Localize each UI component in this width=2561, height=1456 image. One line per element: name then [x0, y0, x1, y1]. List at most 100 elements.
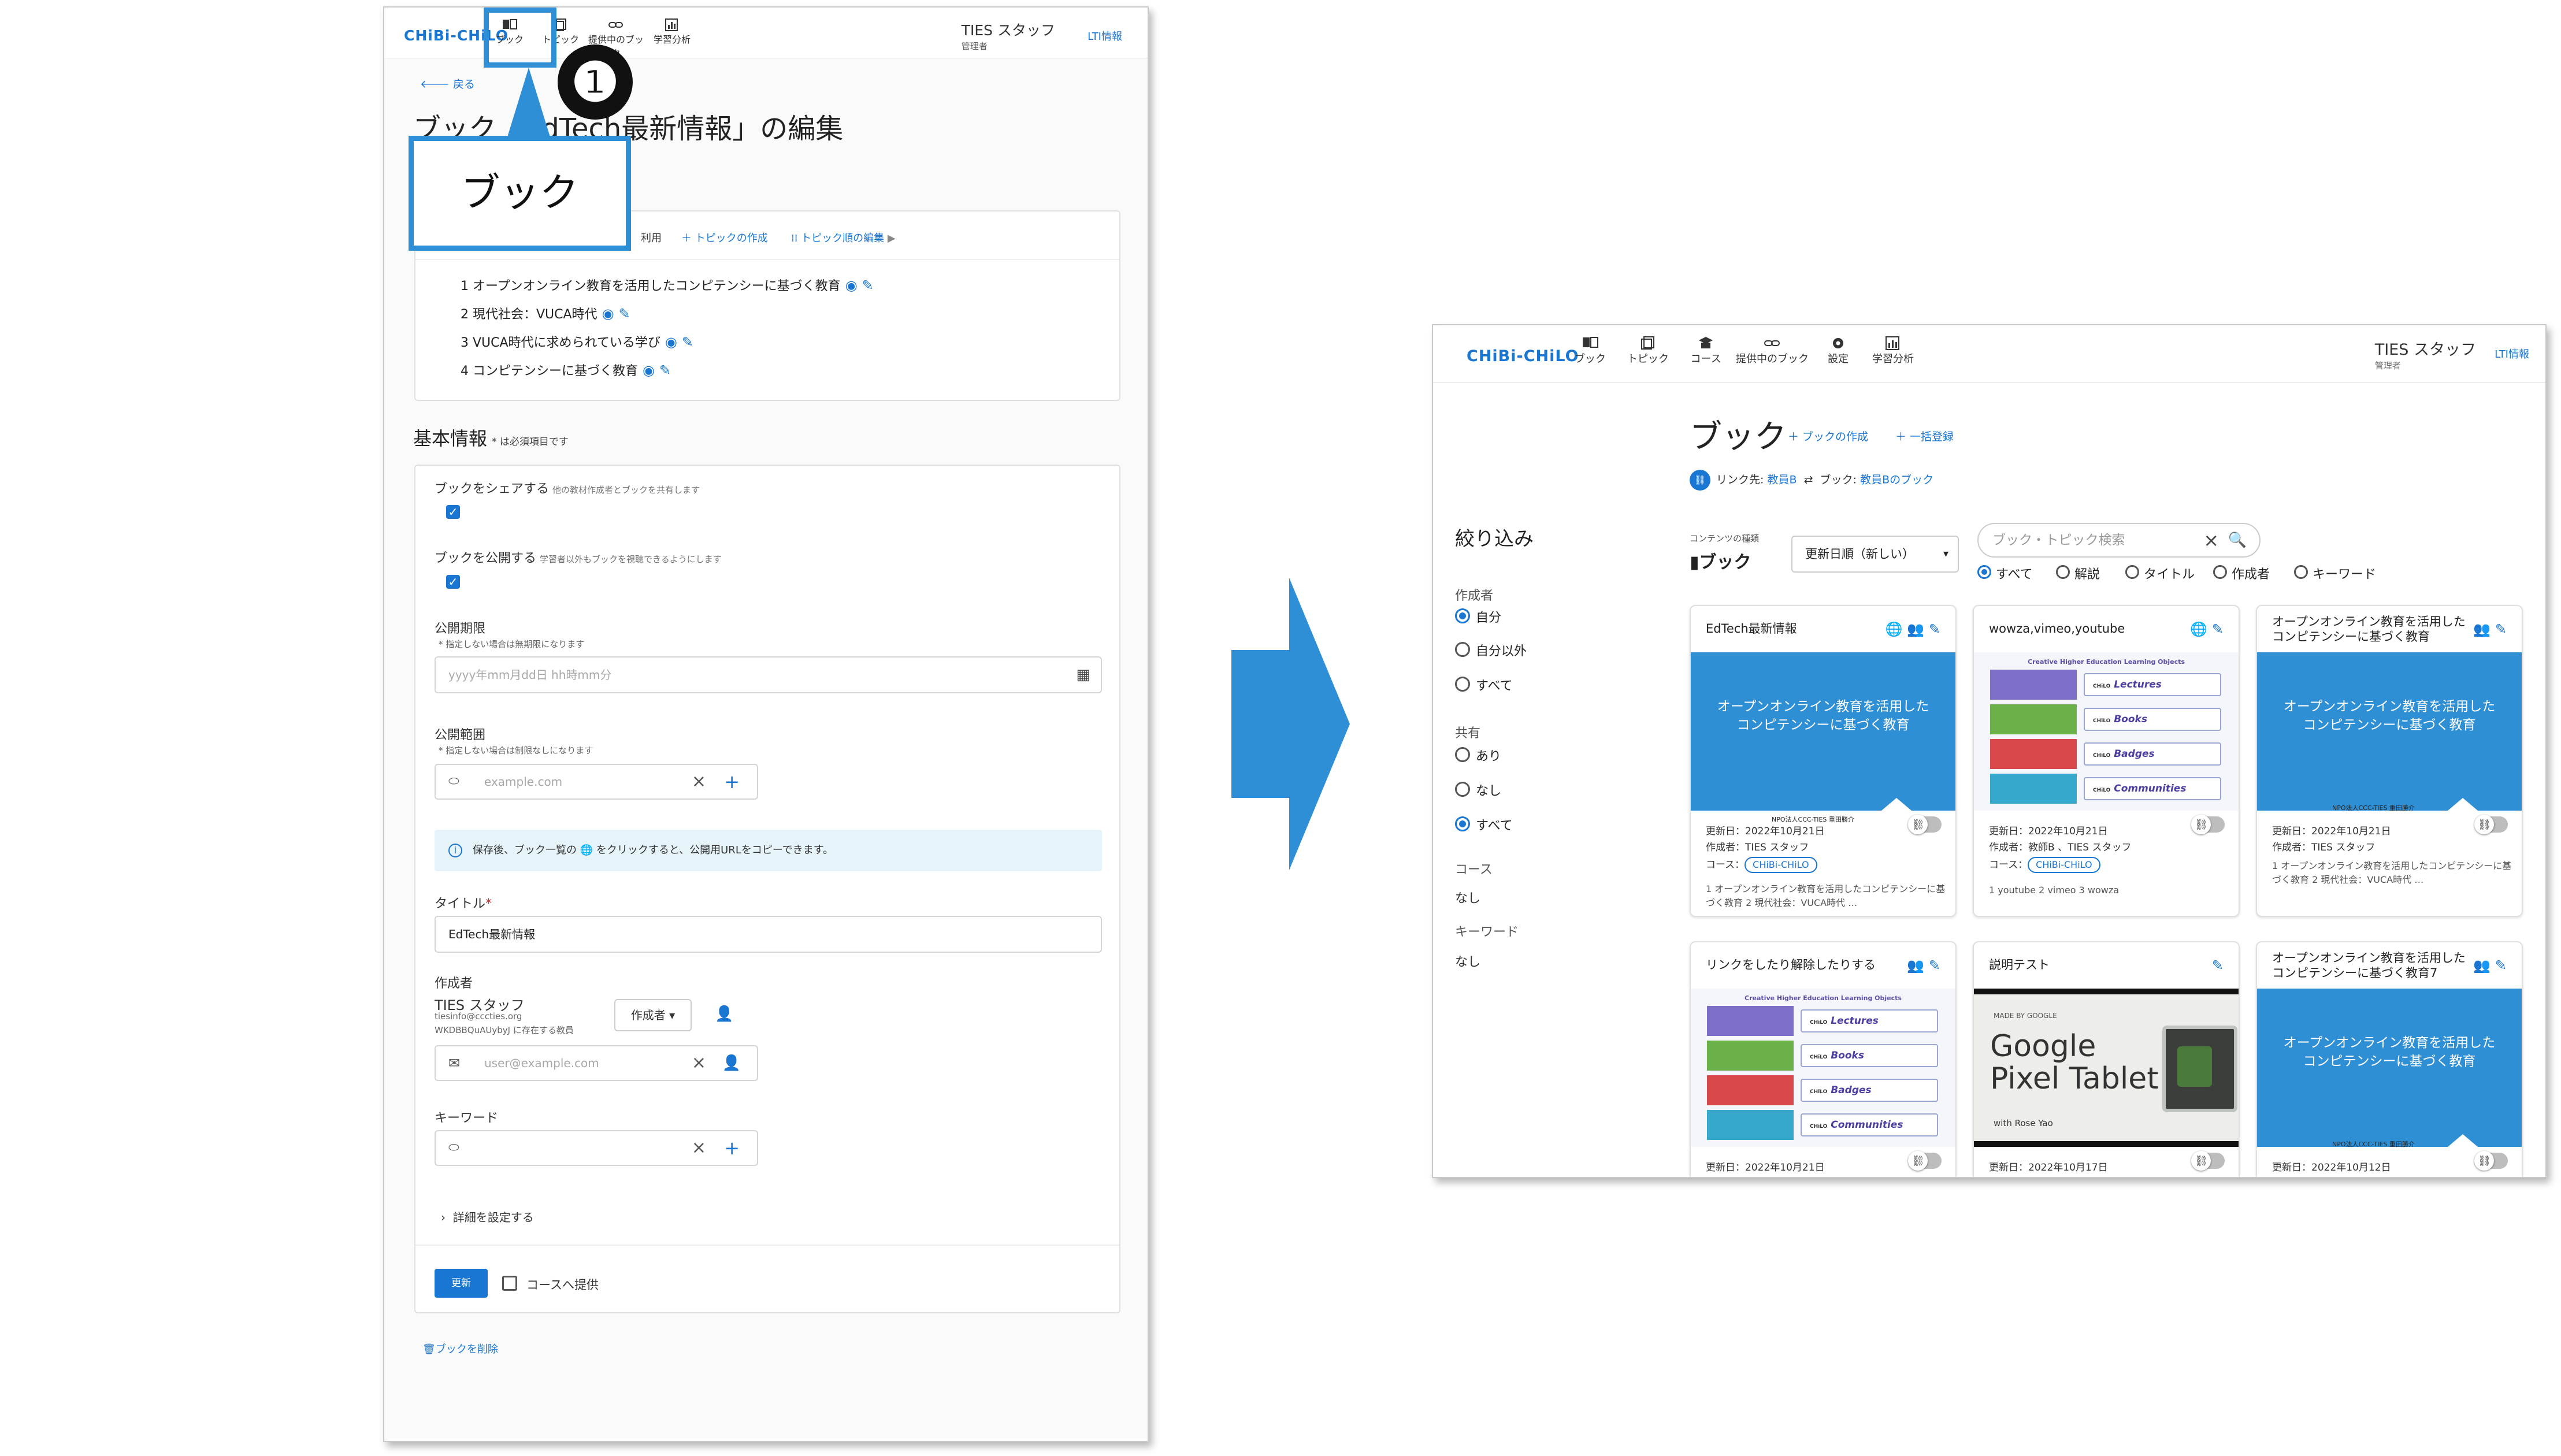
edit-icon[interactable]: ✎: [862, 277, 874, 294]
search-scope-radio[interactable]: キーワード: [2294, 564, 2376, 582]
edit-icon[interactable]: ✎: [2212, 957, 2224, 974]
edit-icon[interactable]: ✎: [682, 334, 693, 350]
people-icon[interactable]: 👥: [1907, 621, 1924, 637]
clear-icon[interactable]: ×: [2203, 524, 2219, 556]
chilo-prefix: CHiLO: [2093, 753, 2111, 759]
topic-reuse-button[interactable]: 利用: [641, 230, 662, 245]
search-input[interactable]: ブック・トピック検索 × 🔍: [1977, 523, 2261, 558]
user-menu[interactable]: TIES スタッフ 管理者: [2375, 337, 2476, 372]
share-toggle[interactable]: ⛓: [2191, 1151, 2225, 1171]
search-scope-radio[interactable]: 作成者: [2213, 564, 2270, 582]
filter-author-radio[interactable]: 自分以外: [1455, 641, 1527, 659]
nav-course[interactable]: コース: [1677, 336, 1735, 366]
topic-item[interactable]: 2 現代社会：VUCA時代 ◉ ✎: [461, 304, 630, 322]
author-role-select[interactable]: 作成者 ▾: [614, 999, 692, 1031]
sort-select[interactable]: 更新日順（新しい） ▾: [1791, 536, 1959, 573]
back-link[interactable]: 🡐 戻る: [420, 76, 475, 91]
globe-icon[interactable]: 🌐: [1886, 621, 1903, 637]
share-toggle[interactable]: ⛓: [1908, 815, 1942, 834]
content-type[interactable]: コンテンツの種類 ▮ブック: [1690, 532, 1759, 573]
share-toggle[interactable]: ⛓: [2191, 815, 2225, 834]
coauthor-email-input[interactable]: ✉ user@example.com × 👤: [435, 1045, 758, 1081]
nav-analytics[interactable]: 学習分析: [1864, 336, 1922, 366]
filter-author-radio[interactable]: すべて: [1455, 675, 1513, 694]
topic-item[interactable]: 4 コンピテンシーに基づく教育 ◉ ✎: [461, 361, 671, 379]
filter-author-radio[interactable]: 自分: [1455, 607, 1501, 626]
calendar-icon[interactable]: ▦: [1076, 658, 1090, 692]
clear-icon[interactable]: ×: [692, 1139, 706, 1157]
add-person-icon[interactable]: 👤: [722, 1054, 741, 1072]
clear-icon[interactable]: ×: [692, 773, 706, 790]
book-card[interactable]: リンクをしたり解除したりする 👥 ✎ Creative Higher Educa…: [1690, 941, 1957, 1177]
keyword-input[interactable]: ⬭ × +: [435, 1130, 758, 1166]
eye-icon[interactable]: ◉: [845, 277, 858, 294]
filter-course-value[interactable]: なし: [1455, 888, 1480, 907]
search-icon[interactable]: 🔍: [2228, 524, 2247, 556]
filter-share-radio[interactable]: すべて: [1455, 815, 1513, 834]
book-card[interactable]: オープンオンライン教育を活用したコンピテンシーに基づく教育 👥 ✎ オープンオン…: [2256, 605, 2523, 917]
topic-item[interactable]: 3 VUCA時代に求められている学び ◉ ✎: [461, 332, 693, 351]
eye-icon[interactable]: ◉: [665, 334, 677, 350]
details-toggle[interactable]: › 詳細を設定する: [441, 1208, 534, 1225]
topic-title: 3 VUCA時代に求められている学び: [461, 336, 660, 350]
search-scope-radio[interactable]: 解説: [2056, 564, 2100, 582]
add-icon[interactable]: +: [724, 772, 740, 791]
course-chip[interactable]: CHiBi-CHiLO: [2028, 857, 2100, 873]
update-button[interactable]: 更新: [435, 1269, 488, 1298]
eye-icon[interactable]: ◉: [643, 362, 655, 378]
book-card-title: リンクをしたり解除したりする: [1706, 958, 1876, 972]
filter-share-radio[interactable]: なし: [1455, 781, 1501, 799]
nav-offered-books[interactable]: 提供中のブック: [1735, 336, 1810, 366]
share-toggle[interactable]: ⛓: [2474, 815, 2508, 834]
add-icon[interactable]: +: [724, 1139, 740, 1157]
nav-settings[interactable]: 設定: [1812, 336, 1864, 366]
filter-keyword-value[interactable]: なし: [1455, 952, 1480, 970]
link-teacher[interactable]: 教員B: [1767, 474, 1797, 486]
create-topic-button[interactable]: ＋ トピックの作成: [681, 230, 768, 245]
nav-topic[interactable]: トピック: [1619, 336, 1677, 366]
person-remove-icon[interactable]: 👤: [715, 1005, 733, 1023]
edit-icon[interactable]: ✎: [1929, 957, 1940, 974]
link-book[interactable]: 教員Bのブック: [1860, 474, 1933, 486]
nav-analytics[interactable]: 学習分析: [647, 18, 697, 46]
scope-input[interactable]: ⬭ example.com × +: [435, 764, 758, 800]
search-scope-radio[interactable]: すべて: [1977, 564, 2033, 582]
delete-book-link[interactable]: 🗑ブックを削除: [422, 1341, 498, 1356]
edit-icon[interactable]: ✎: [2495, 621, 2507, 637]
edit-icon[interactable]: ✎: [619, 306, 630, 322]
topic-item[interactable]: 1 オープンオンライン教育を活用したコンピテンシーに基づく教育 ◉ ✎: [461, 276, 874, 294]
share-checkbox[interactable]: ✓: [446, 505, 460, 519]
people-icon[interactable]: 👥: [2473, 957, 2491, 974]
period-input[interactable]: yyyy年mm月dd日 hh時mm分 ▦: [435, 656, 1102, 693]
user-menu[interactable]: TIES スタッフ 管理者: [962, 19, 1055, 52]
lti-info-link[interactable]: LTI情報: [1088, 28, 1122, 43]
clear-icon[interactable]: ×: [692, 1054, 706, 1072]
book-card[interactable]: wowza,vimeo,youtube 🌐 ✎ Creative Higher …: [1973, 605, 2240, 917]
offer-course-checkbox[interactable]: [502, 1276, 517, 1291]
globe-icon[interactable]: 🌐: [2190, 621, 2207, 637]
book-card[interactable]: EdTech最新情報 🌐 👥 ✎ オープンオンライン教育を活用した コンピテンシ…: [1690, 605, 1957, 917]
people-icon[interactable]: 👥: [1907, 957, 1924, 974]
eye-icon[interactable]: ◉: [602, 306, 614, 322]
nav-book[interactable]: ブック: [1561, 336, 1619, 366]
edit-icon[interactable]: ✎: [1929, 621, 1940, 637]
publish-label-text: ブックを公開する: [435, 551, 537, 566]
share-toggle[interactable]: ⛓: [2474, 1151, 2508, 1171]
lti-info-link[interactable]: LTI情報: [2495, 346, 2529, 361]
title-input[interactable]: EdTech最新情報: [435, 916, 1102, 953]
edit-icon[interactable]: ✎: [2212, 621, 2224, 637]
thumbnail-image: [1707, 1075, 1794, 1105]
book-card[interactable]: 説明テスト ✎ MADE BY GOOGLE Google Pixel Tabl…: [1973, 941, 2240, 1177]
edit-icon[interactable]: ✎: [2495, 957, 2507, 974]
create-book-button[interactable]: ＋ ブックの作成: [1788, 428, 1868, 444]
filter-share-radio[interactable]: あり: [1455, 746, 1501, 764]
book-card[interactable]: オープンオンライン教育を活用したコンピテンシーに基づく教育7 👥 ✎ オープンオ…: [2256, 941, 2523, 1177]
course-chip[interactable]: CHiBi-CHiLO: [1745, 857, 1817, 873]
share-toggle[interactable]: ⛓: [1908, 1151, 1942, 1171]
people-icon[interactable]: 👥: [2473, 621, 2491, 637]
search-scope-radio[interactable]: タイトル: [2125, 564, 2195, 582]
reorder-topics-button[interactable]: ⁞⁞ トピック順の編集 ▶: [791, 230, 896, 245]
edit-icon[interactable]: ✎: [659, 362, 671, 378]
bulk-register-button[interactable]: ＋ 一括登録: [1895, 428, 1954, 444]
publish-checkbox[interactable]: ✓: [446, 575, 460, 589]
